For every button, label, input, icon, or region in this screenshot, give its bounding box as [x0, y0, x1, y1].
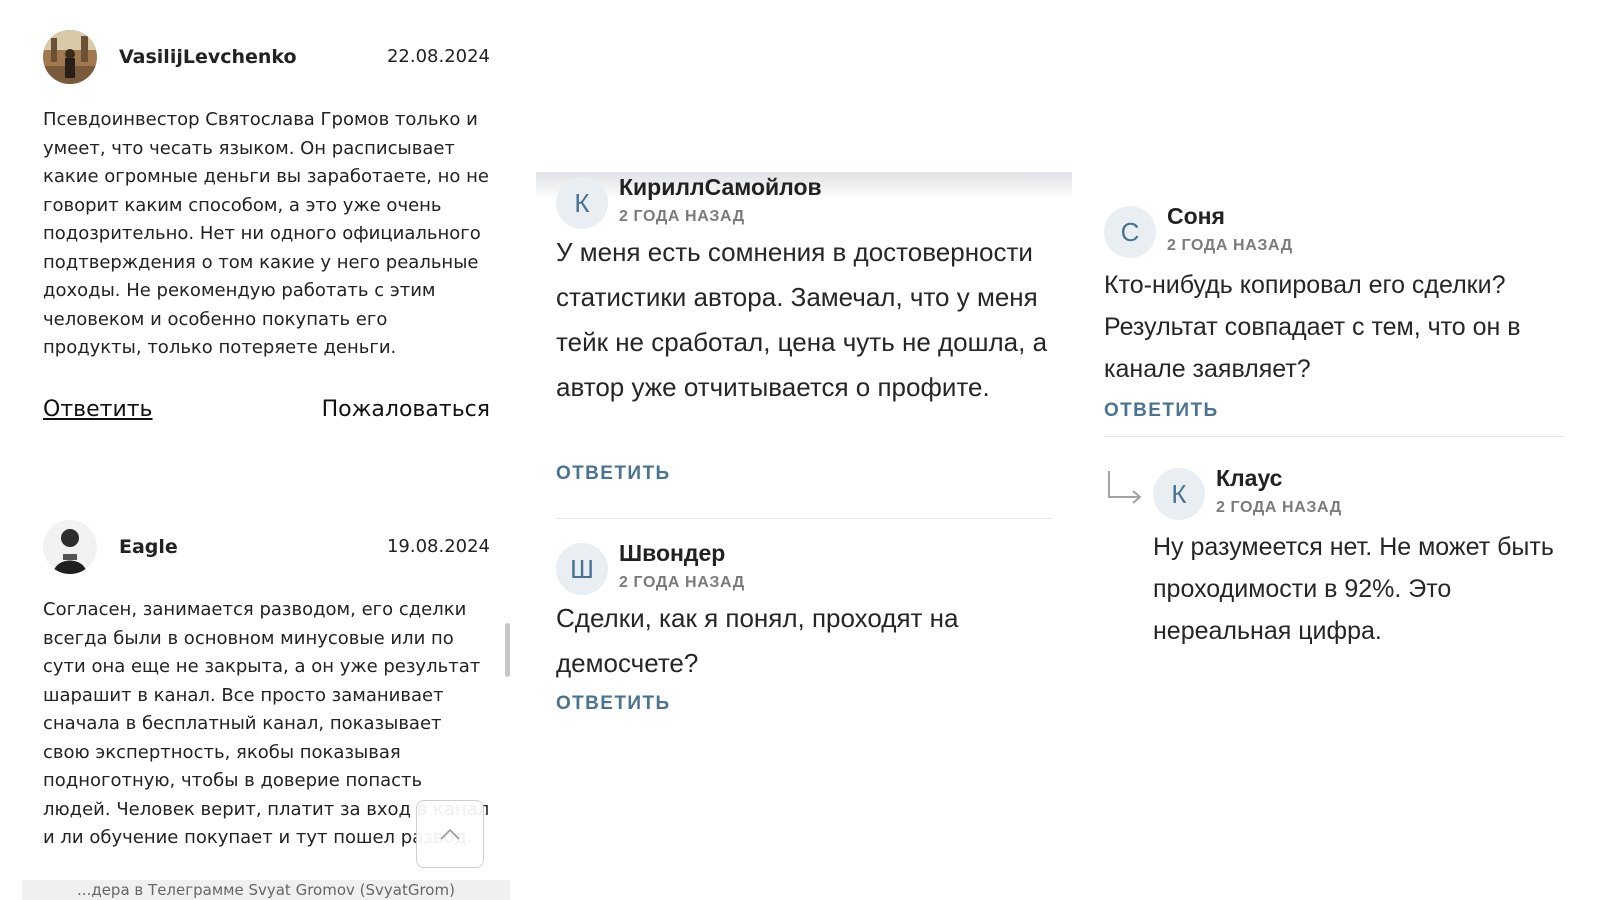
comment-time: 2 ГОДА НАЗАД [1216, 499, 1342, 516]
comment-header: VasilijLevchenko 22.08.2024 [43, 30, 490, 84]
comment-author[interactable]: Соня [1167, 203, 1225, 230]
comment-text: Псевдоинвестор Святослава Громов только … [43, 109, 489, 358]
reply-arrow-icon [1108, 471, 1142, 504]
user-photo-avatar [43, 520, 97, 574]
comment-time: 2 ГОДА НАЗАД [619, 208, 745, 225]
footer-caption: ...дера в Телеграмме Svyat Gromov (Svyat… [22, 880, 510, 900]
letter-avatar: К [1153, 468, 1205, 520]
comment-author[interactable]: Eagle [119, 536, 178, 558]
reply-link[interactable]: Ответить [43, 397, 153, 422]
letter-avatar: К [556, 177, 608, 229]
scroll-to-top-button[interactable] [416, 800, 484, 868]
comment-author[interactable]: Швондер [619, 540, 725, 567]
comment-text: Кто-нибудь копировал его сделки? Результ… [1104, 271, 1521, 383]
chevron-up-icon [440, 828, 460, 840]
comment-divider [556, 518, 1052, 519]
review-comment: VasilijLevchenko 22.08.2024 Псевдоинвест… [43, 30, 490, 427]
comment-text: У меня есть сомнения в достоверности ста… [556, 237, 1048, 402]
reply-button[interactable]: ОТВЕТИТЬ [556, 693, 671, 715]
letter-avatar: С [1104, 206, 1156, 258]
reply-button[interactable]: ОТВЕТИТЬ [1104, 400, 1219, 422]
middle-comments-panel: К КириллСамойлов 2 ГОДА НАЗАД У меня ест… [536, 172, 1072, 900]
report-link[interactable]: Пожаловаться [322, 397, 490, 422]
user-avatar[interactable] [43, 520, 97, 574]
comment-time: 2 ГОДА НАЗАД [1167, 237, 1293, 254]
user-photo-avatar [43, 30, 97, 84]
comment-date: 22.08.2024 [386, 46, 490, 67]
comment-actions: Ответить Пожаловаться [43, 397, 490, 427]
comment-text: Ну разумеется нет. Не может быть проходи… [1153, 533, 1554, 645]
scrollbar-thumb[interactable] [505, 623, 510, 677]
reply-button[interactable]: ОТВЕТИТЬ [556, 463, 671, 485]
comment-date: 19.08.2024 [386, 536, 490, 557]
comment-author[interactable]: Клаус [1216, 465, 1282, 492]
right-comments-panel: С Соня 2 ГОДА НАЗАД Кто-нибудь копировал… [1090, 196, 1600, 900]
comment-text: Сделки, как я понял, проходят на демосче… [556, 603, 959, 678]
comment-author[interactable]: VasilijLevchenko [119, 46, 297, 68]
comment-author[interactable]: КириллСамойлов [619, 174, 822, 201]
left-review-panel: VasilijLevchenko 22.08.2024 Псевдоинвест… [0, 0, 510, 900]
comment-header: Eagle 19.08.2024 [43, 520, 490, 574]
comment-divider [1104, 436, 1564, 437]
letter-avatar: Ш [556, 543, 608, 595]
user-avatar[interactable] [43, 30, 97, 84]
comment-time: 2 ГОДА НАЗАД [619, 574, 745, 591]
